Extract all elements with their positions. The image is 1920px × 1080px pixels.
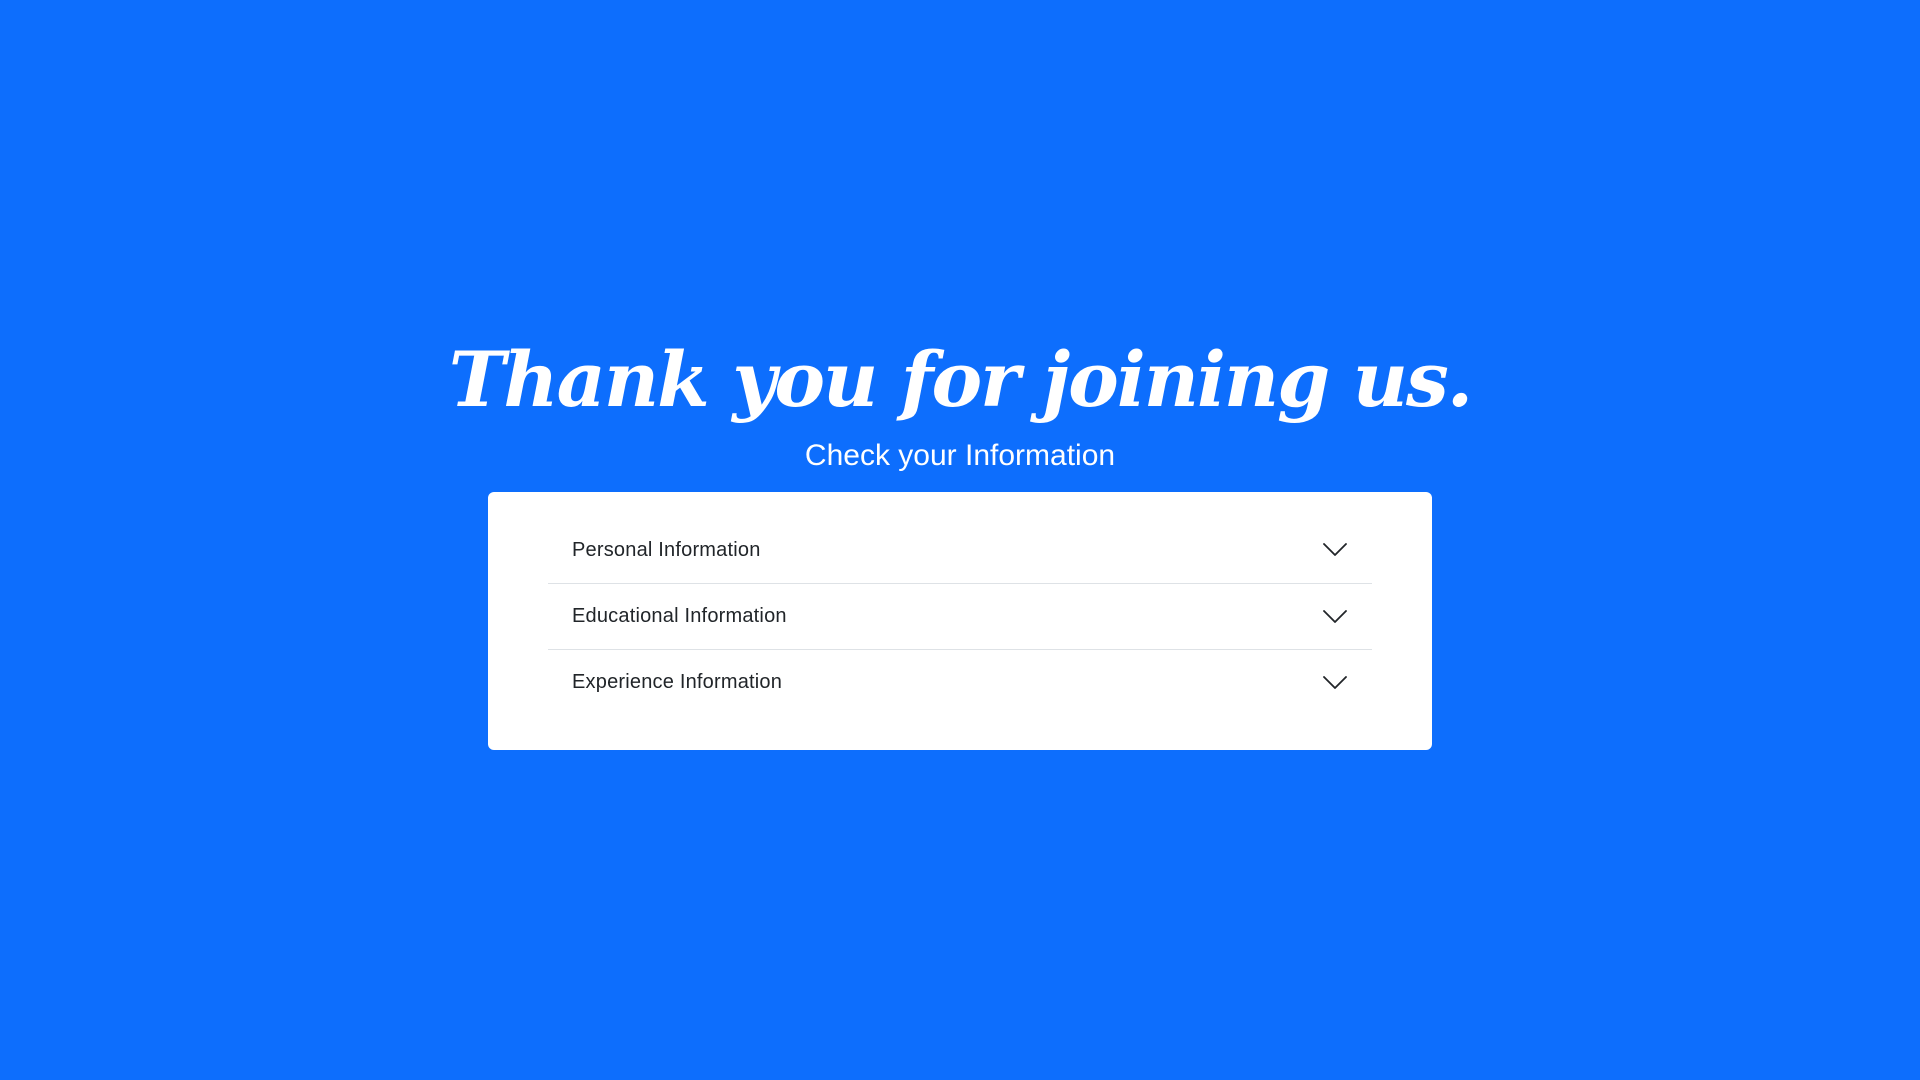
chevron-down-icon[interactable] [1322,609,1348,625]
accordion-item-label: Experience Information [572,671,783,693]
accordion-item-label: Educational Information [572,605,787,627]
accordion-item-label: Personal Information [572,538,761,561]
accordion-item-experience-information[interactable]: Experience Information [548,649,1372,715]
accordion-item-personal-information[interactable]: Personal Information [548,517,1372,583]
page-title: Thank you for joining us. [448,335,1473,424]
accordion-item-educational-information[interactable]: Educational Information [548,583,1372,649]
information-card: Personal Information Educational Informa… [488,492,1432,750]
hero-header: Thank you for joining us. Check your Inf… [0,330,1920,476]
chevron-down-icon[interactable] [1322,675,1348,691]
page-subtitle: Check your Information [804,439,1116,472]
information-accordion: Personal Information Educational Informa… [548,517,1372,715]
chevron-down-icon[interactable] [1322,542,1348,558]
